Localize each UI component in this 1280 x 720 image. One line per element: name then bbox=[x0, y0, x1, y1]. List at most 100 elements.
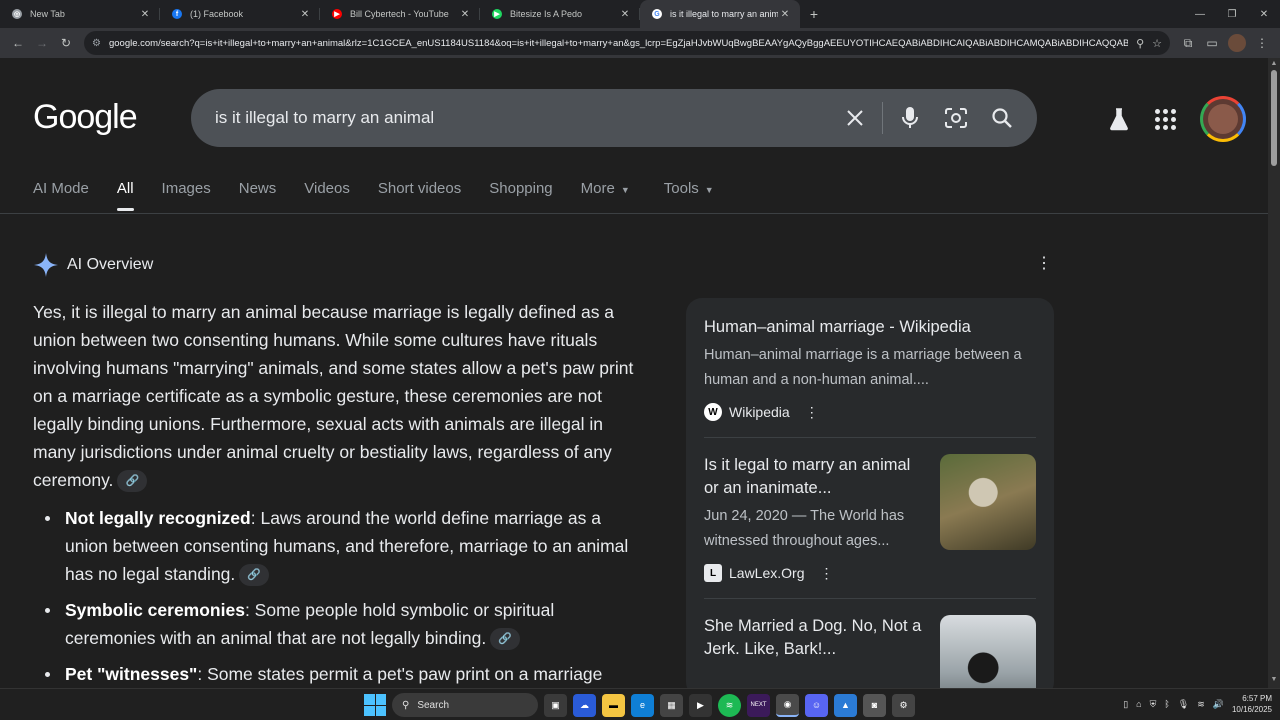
microphone-icon[interactable] bbox=[887, 95, 933, 141]
file-explorer-icon[interactable]: ▬ bbox=[602, 693, 625, 717]
maximize-icon[interactable]: ❐ bbox=[1216, 0, 1248, 28]
tab-title: Bitesize Is A Pedo bbox=[510, 9, 583, 19]
tab-label: Short videos bbox=[377, 180, 462, 197]
menu-icon[interactable]: ⋮ bbox=[1250, 31, 1274, 55]
tab-short-videos[interactable]: Short videos bbox=[378, 180, 461, 211]
tab-videos[interactable]: Videos bbox=[304, 180, 350, 211]
back-icon[interactable]: ← bbox=[6, 31, 30, 55]
browser-tab[interactable]: ▶ Bitesize Is A Pedo ✕ bbox=[480, 0, 640, 28]
clear-icon[interactable] bbox=[832, 95, 878, 141]
source-card[interactable]: Human–animal marriage - Wikipedia Human–a… bbox=[704, 316, 1036, 421]
search-box[interactable]: is it illegal to marry an animal bbox=[191, 89, 1037, 147]
ai-overview-header: AI Overview bbox=[33, 252, 153, 278]
chrome-icon[interactable]: ◉ bbox=[776, 693, 799, 717]
widgets-icon[interactable]: ☁ bbox=[573, 693, 596, 717]
lens-camera-icon[interactable] bbox=[933, 95, 979, 141]
tab-shopping[interactable]: Shopping bbox=[489, 180, 552, 211]
tray-app-icon[interactable]: ▯ bbox=[1123, 699, 1128, 710]
tab-close-icon[interactable]: ✕ bbox=[298, 9, 312, 20]
task-view-icon[interactable]: ▣ bbox=[544, 693, 567, 717]
account-avatar[interactable] bbox=[1200, 96, 1246, 142]
wifi-icon[interactable]: ≋ bbox=[1197, 699, 1205, 710]
microphone-tray-icon[interactable]: 🎙 bbox=[1178, 699, 1189, 710]
spotify-icon[interactable]: ≋ bbox=[718, 693, 741, 717]
edge-icon[interactable]: e bbox=[631, 693, 654, 717]
tab-label: More bbox=[580, 180, 615, 197]
tab-close-icon[interactable]: ✕ bbox=[618, 9, 632, 20]
source-more-icon[interactable]: ⋮ bbox=[819, 565, 833, 582]
link-chip-icon[interactable]: 🔗 bbox=[117, 470, 148, 493]
scrollbar-thumb[interactable] bbox=[1271, 70, 1277, 166]
browser-tab[interactable]: ▶ Bill Cybertech - YouTube ✕ bbox=[320, 0, 480, 28]
ai-overview-menu-icon[interactable]: ⋮ bbox=[1036, 256, 1052, 272]
labs-flask-icon[interactable] bbox=[1107, 107, 1131, 131]
clock[interactable]: 6:57 PM 10/16/2025 bbox=[1232, 693, 1272, 715]
taskbar-apps: ⚲ Search ▣ ☁ ▬ e ▦ ▶ ≋ NEXT ◉ ☺ ▲ ◙ ⚙ bbox=[364, 693, 915, 717]
photos-icon[interactable]: ▲ bbox=[834, 693, 857, 717]
source-more-icon[interactable]: ⋮ bbox=[805, 404, 819, 421]
tray-network-icon[interactable]: ⌂ bbox=[1136, 699, 1141, 709]
tab-tools[interactable]: Tools ▼ bbox=[664, 180, 714, 211]
tab-close-icon[interactable]: ✕ bbox=[778, 9, 792, 20]
page-scrollbar[interactable]: ▲ ▼ bbox=[1268, 58, 1280, 688]
source-site[interactable]: W Wikipedia ⋮ bbox=[704, 403, 1036, 421]
start-windows-icon[interactable] bbox=[364, 694, 386, 716]
tab-favicon-icon: G bbox=[652, 9, 662, 19]
tab-favicon-icon: ▶ bbox=[492, 9, 502, 19]
store-icon[interactable]: ▦ bbox=[660, 693, 683, 717]
extensions-icon[interactable]: ⧉ bbox=[1176, 31, 1200, 55]
taskbar-search[interactable]: ⚲ Search bbox=[392, 693, 538, 717]
tray-shield-icon[interactable]: ⛨ bbox=[1150, 699, 1157, 710]
address-bar[interactable]: ⚙ google.com/search?q=is+it+illegal+to+m… bbox=[84, 31, 1170, 55]
tab-close-icon[interactable]: ✕ bbox=[138, 9, 152, 20]
tab-all[interactable]: All bbox=[116, 180, 134, 211]
bookmark-star-icon[interactable]: ☆ bbox=[1152, 37, 1162, 50]
link-chip-icon[interactable]: 🔗 bbox=[490, 628, 521, 651]
source-card[interactable]: Is it legal to marry an animal or an ina… bbox=[704, 454, 1036, 582]
discord-icon[interactable]: ☺ bbox=[805, 693, 828, 717]
source-thumbnail[interactable] bbox=[940, 615, 1036, 688]
minimize-icon[interactable]: — bbox=[1184, 0, 1216, 28]
google-logo[interactable]: Google bbox=[33, 98, 138, 137]
settings-icon[interactable]: ⚙ bbox=[892, 693, 915, 717]
search-icon[interactable] bbox=[979, 95, 1025, 141]
tab-more[interactable]: More ▼ bbox=[581, 180, 630, 211]
tab-ai-mode[interactable]: AI Mode bbox=[33, 180, 89, 211]
forward-icon[interactable]: → bbox=[30, 31, 54, 55]
ai-sparkle-icon bbox=[34, 253, 58, 277]
tab-label: Videos bbox=[304, 180, 350, 197]
tab-title: (1) Facebook bbox=[190, 9, 244, 19]
tab-label: AI Mode bbox=[33, 180, 89, 197]
bluetooth-icon[interactable]: ᛒ bbox=[1164, 699, 1169, 709]
tab-close-icon[interactable]: ✕ bbox=[458, 9, 472, 20]
apps-grid-icon[interactable] bbox=[1155, 108, 1176, 130]
zoom-icon[interactable]: ⚲ bbox=[1136, 37, 1144, 50]
scroll-up-icon[interactable]: ▲ bbox=[1268, 60, 1280, 70]
browser-tab[interactable]: Gis it illegal to marry an animal ✕ bbox=[640, 0, 800, 28]
site-info-icon[interactable]: ⚙ bbox=[92, 38, 101, 49]
source-card[interactable]: She Married a Dog. No, Not a Jerk. Like,… bbox=[704, 615, 1036, 688]
tab-news[interactable]: News bbox=[239, 180, 277, 211]
search-input[interactable]: is it illegal to marry an animal bbox=[215, 108, 832, 128]
source-snippet: Human–animal marriage is a marriage betw… bbox=[704, 347, 1022, 388]
source-site[interactable]: L LawLex.Org ⋮ bbox=[704, 564, 1036, 582]
volume-icon[interactable]: 🔊 bbox=[1213, 699, 1224, 710]
media-player-icon[interactable]: ▶ bbox=[689, 693, 712, 717]
tab-title: is it illegal to marry an animal bbox=[670, 9, 778, 19]
ai-overview-body: Yes, it is illegal to marry an animal be… bbox=[33, 298, 643, 688]
source-thumbnail[interactable] bbox=[940, 454, 1036, 550]
browser-tab[interactable]: ◎ New Tab ✕ bbox=[0, 0, 160, 28]
tab-images[interactable]: Images bbox=[162, 180, 211, 211]
browser-tab[interactable]: f (1) Facebook ✕ bbox=[160, 0, 320, 28]
new-tab-icon[interactable]: + bbox=[800, 0, 828, 28]
close-window-icon[interactable]: ✕ bbox=[1248, 0, 1280, 28]
point-text: : Some states permit a pet's paw print o… bbox=[197, 664, 603, 684]
next-app-icon[interactable]: NEXT bbox=[747, 693, 770, 717]
profile-avatar[interactable] bbox=[1228, 34, 1246, 52]
link-chip-icon[interactable]: 🔗 bbox=[239, 564, 270, 587]
scroll-down-icon[interactable]: ▼ bbox=[1268, 676, 1280, 686]
camera-icon[interactable]: ◙ bbox=[863, 693, 886, 717]
sidepanel-icon[interactable]: ▭ bbox=[1200, 31, 1224, 55]
source-title[interactable]: Human–animal marriage - Wikipedia bbox=[704, 316, 1036, 339]
reload-icon[interactable]: ↻ bbox=[54, 31, 78, 55]
